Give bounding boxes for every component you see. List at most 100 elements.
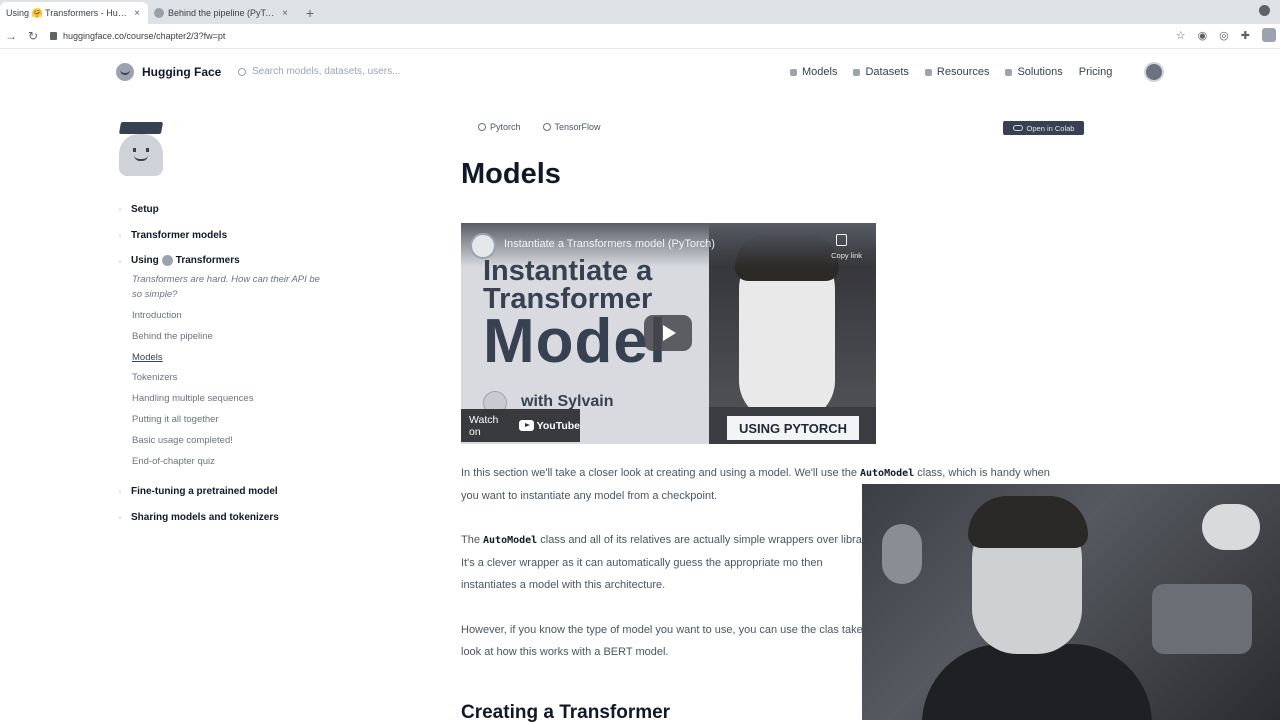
forward-icon[interactable]: → [0,29,22,43]
sidebar-item-models[interactable]: Models [132,348,336,369]
tab-search-icon[interactable] [1259,5,1270,16]
section-heading: Creating a Transformer [461,702,671,723]
thumbnail-line: Model [483,307,668,377]
tab-label: TensorFlow [554,122,601,132]
copy-link-icon[interactable] [836,234,847,246]
nav-item-datasets[interactable]: Datasets [853,66,909,78]
nav-item-pricing[interactable]: Pricing [1079,66,1113,78]
tensorflow-icon [542,123,551,131]
site-logo[interactable]: Hugging Face [116,63,221,81]
site-navbar: Hugging Face Search models, datasets, us… [0,50,1280,94]
new-tab-icon[interactable]: + [300,3,320,23]
url-field[interactable]: huggingface.co/course/chapter2/3?fw=pt [50,31,225,41]
webcam-overlay [862,484,1280,720]
mascot-eyes [133,148,149,152]
inline-code: AutoModel [483,535,538,546]
favicon-icon [154,8,164,18]
video-title[interactable]: Instantiate a Transformers model (PyTorc… [504,238,715,250]
sidebar-section[interactable]: ◦ Fine-tuning a pretrained model [116,482,336,500]
colab-label: Open in Colab [1026,123,1075,133]
sidebar-item-behind-the-pipeline[interactable]: Behind the pipeline [132,327,336,348]
bullet-icon: ◦ [118,486,122,496]
sidebar-section[interactable]: ◦ Sharing models and tokenizers [116,508,336,526]
avatar[interactable] [1144,62,1164,82]
section-label-post: Transformers [175,255,240,267]
play-button[interactable] [644,315,692,351]
search-input[interactable]: Search models, datasets, users... [238,66,400,77]
puzzle-icon[interactable]: ✚ [1241,29,1250,42]
paragraph: The AutoModel class and all of its relat… [461,529,881,596]
page-title: Models [461,158,561,190]
sidebar-section-current[interactable]: ◦ Using Transformers [116,252,336,270]
youtube-icon [518,420,534,431]
url-text: huggingface.co/course/chapter2/3?fw=pt [63,31,226,41]
graduation-cap-icon [118,122,164,134]
sidebar-item-end-of-chapter-quiz[interactable]: End-of-chapter quiz [132,452,336,473]
pytorch-icon [478,123,486,131]
hugging-face-icon [116,63,134,81]
tab-label: Pytorch [490,122,521,132]
sidebar-item-tokenizers[interactable]: Tokenizers [132,368,336,389]
browser-tab[interactable]: Behind the pipeline (PyTorch) - C × [148,2,296,24]
search-placeholder: Search models, datasets, users... [252,66,401,77]
speaker-body [922,644,1152,720]
course-logo [116,122,166,178]
youtube-label: YouTube [536,419,580,432]
nav-label: Models [802,66,838,78]
thumbnail-line: Instantiate a [483,255,653,287]
extension-icon[interactable]: ◎ [1219,29,1229,42]
nav-label: Solutions [1017,66,1063,78]
reload-icon[interactable]: ↻ [22,29,44,43]
watch-on-youtube-button[interactable]: Watch on YouTube [461,409,580,442]
video-embed[interactable]: Instantiate a Transformers model (PyTorc… [461,223,876,444]
video-thumbnail-text: Instantiate a Transformer Model [483,255,668,377]
section-label: Setup [131,203,159,215]
open-in-colab-button[interactable]: Open in Colab [1003,121,1084,135]
section-label: Using Transformers [131,255,240,267]
sidebar-item-basic-usage-completed[interactable]: Basic usage completed! [132,431,336,452]
bookmark-star-icon[interactable]: ☆ [1176,29,1186,42]
nav-label: Datasets [865,66,909,78]
lock-icon [50,32,57,40]
sidebar-item-putting-it-all-together[interactable]: Putting it all together [132,410,336,431]
nav-item-solutions[interactable]: Solutions [1005,66,1063,78]
nav-label: Pricing [1078,66,1113,78]
section-description: Transformers are hard. How can their API… [132,274,320,300]
browser-toolbar: ☆ ◉ ◎ ✚ [1176,28,1280,42]
tab-pytorch[interactable]: Pytorch [478,122,521,132]
nav-item-models[interactable]: Models [790,66,837,78]
brand-name: Hugging Face [142,65,222,79]
section-label: Transformer models [131,229,228,241]
resources-icon [924,68,932,76]
nav-item-resources[interactable]: Resources [924,66,990,78]
sidebar-item-introduction[interactable]: Introduction [132,306,336,327]
plush-toy [1202,504,1260,550]
solutions-icon [1005,68,1013,76]
search-icon [238,67,246,76]
inline-code: AutoModel [860,468,915,479]
watch-on-label: Watch on [469,413,499,438]
tab-title: Behind the pipeline (PyTorch) - C [168,8,276,18]
close-icon[interactable]: × [132,8,142,19]
close-icon[interactable]: × [280,8,290,19]
extension-icon[interactable]: ◉ [1198,29,1208,42]
sidebar-section[interactable]: ◦ Setup [116,200,336,218]
browser-tab[interactable]: Using 🤗 Transformers - Huggin × [0,2,148,24]
sidebar-section[interactable]: ◦ Transformer models [116,226,336,244]
tab-tensorflow[interactable]: TensorFlow [542,122,601,132]
colab-icon [1012,125,1023,131]
chapter-list: Introduction Behind the pipeline Models … [116,306,336,472]
text-span: However, if you know the type of model y… [461,624,872,658]
profile-icon[interactable] [1262,28,1276,42]
speaker-hair [968,496,1088,548]
bullet-icon: ◦ [118,204,122,214]
nav-label: Resources [936,66,990,78]
nav-menu: Models Datasets Resources Solutions Pric… [790,66,1112,78]
models-icon [790,68,797,76]
sidebar-item-handling-multiple-sequences[interactable]: Handling multiple sequences [132,389,336,410]
copy-link-label[interactable]: Copy link [831,251,862,260]
hugging-face-icon [161,255,173,267]
background-pillow [1152,584,1252,654]
course-sidebar: ◦ Setup ◦ Transformer models ◦ Using Transf… [116,200,336,526]
bullet-icon: ◦ [118,512,122,522]
